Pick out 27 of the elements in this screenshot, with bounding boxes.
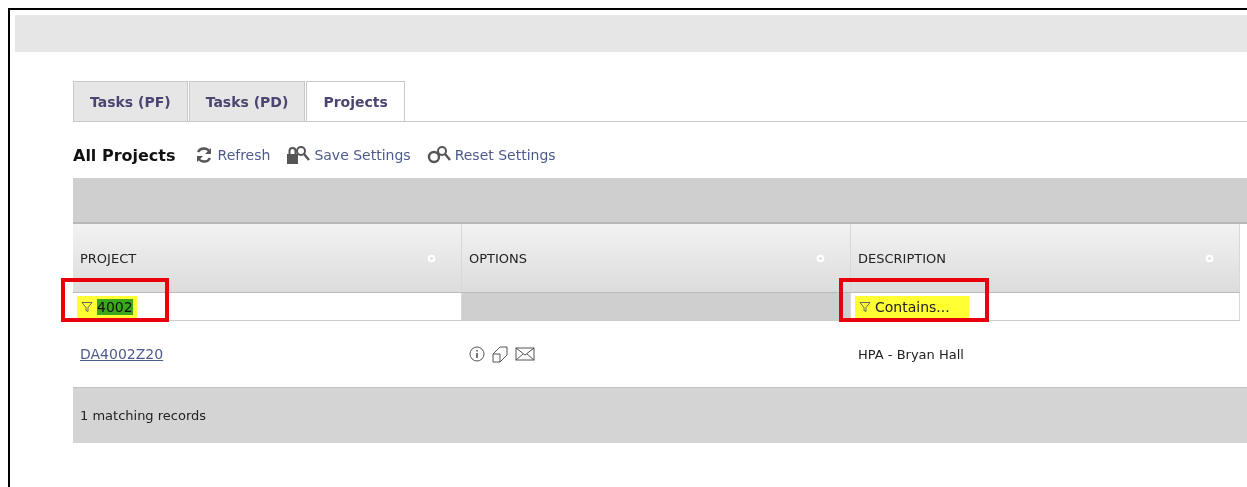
filter-icon[interactable] [859, 300, 871, 313]
tab[interactable]: Projects [306, 81, 405, 121]
reset-search-icon [426, 145, 451, 165]
tab[interactable]: Tasks (PF) [73, 81, 188, 121]
selected-text: 4002 [97, 298, 133, 315]
description-cell: HPA - Bryan Hall [858, 346, 964, 362]
note-icon[interactable] [491, 345, 509, 363]
toolbar-link[interactable]: Reset Settings [426, 145, 556, 165]
column-header[interactable]: PROJECT [73, 224, 462, 292]
filter-icon[interactable] [81, 300, 93, 313]
column-title: OPTIONS [469, 250, 528, 266]
page-title: All Projects [73, 145, 176, 165]
lock-search-icon [286, 145, 311, 165]
column-header[interactable]: OPTIONS [462, 224, 851, 292]
project-link[interactable]: DA4002Z20 [80, 346, 164, 362]
mail-icon[interactable] [515, 347, 535, 361]
tab[interactable]: Tasks (PD) [188, 81, 306, 121]
column-header[interactable]: DESCRIPTION [851, 224, 1240, 292]
filter-field[interactable]: 4002 [77, 295, 137, 318]
toolbar-link[interactable]: Save Settings [286, 145, 411, 165]
info-icon[interactable] [469, 346, 485, 362]
toolbar-link[interactable]: Refresh [193, 145, 271, 165]
record-count: 1 matching records [80, 408, 207, 423]
column-title: PROJECT [80, 250, 137, 266]
column-title: DESCRIPTION [858, 250, 946, 266]
filter-input[interactable]: Contains... [875, 298, 965, 315]
filter-field[interactable]: Contains... [855, 295, 969, 318]
